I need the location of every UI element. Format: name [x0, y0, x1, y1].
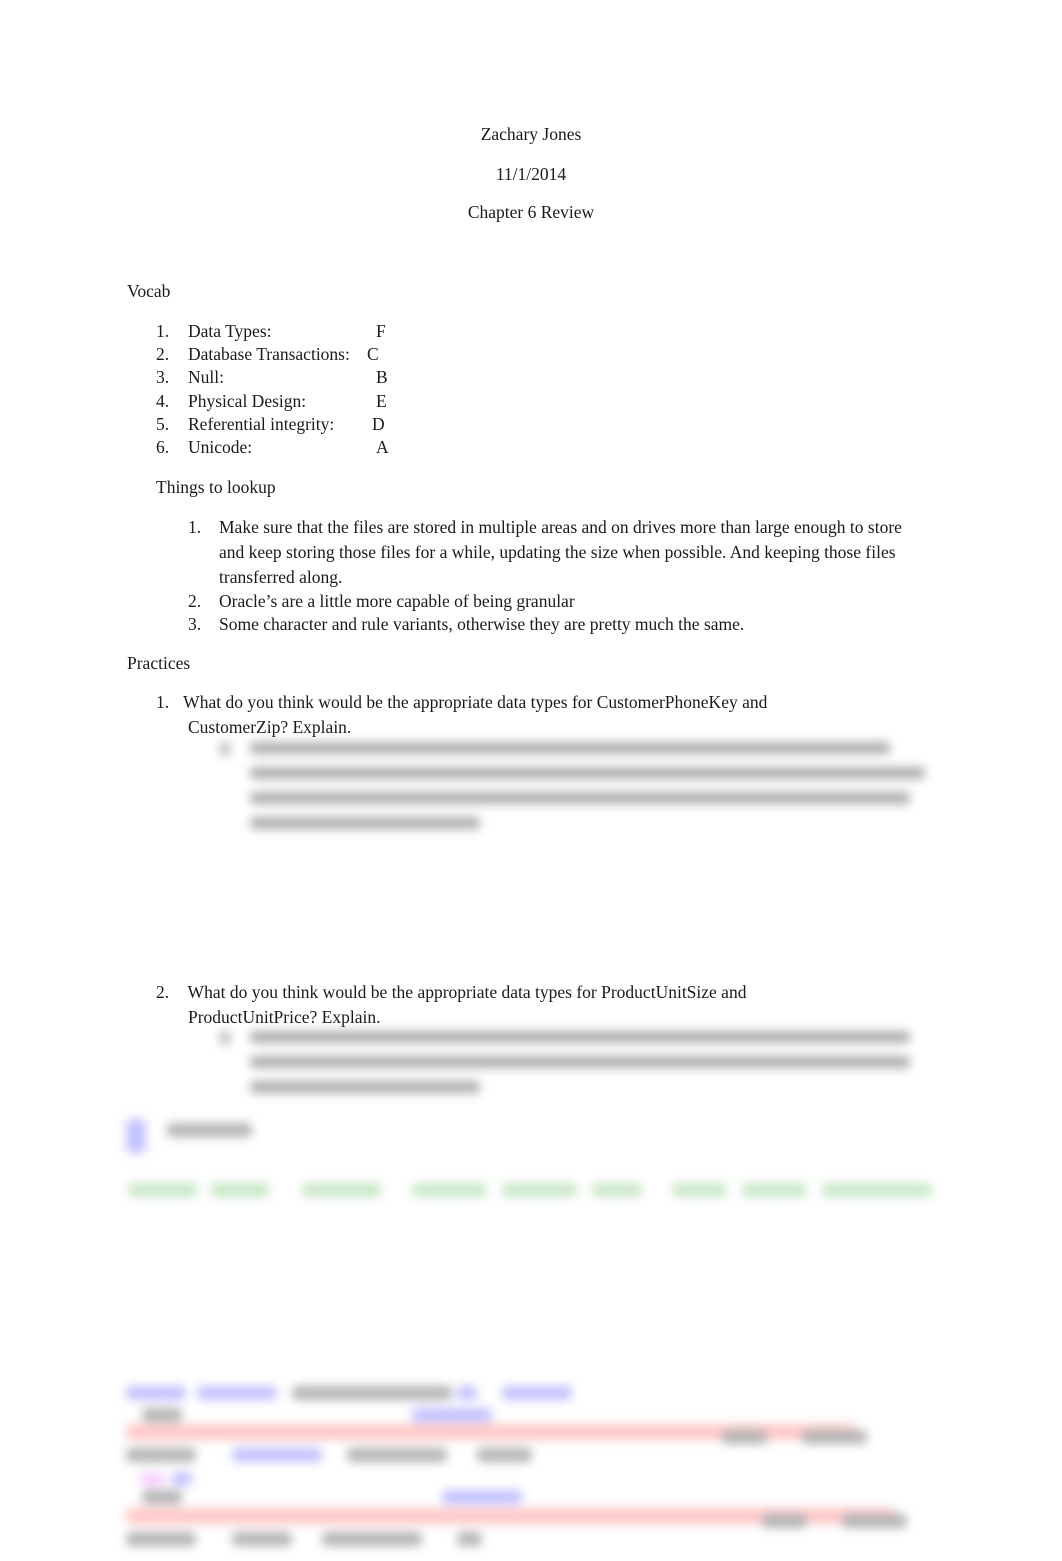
item-number: 2.	[156, 344, 170, 365]
vocab-term: Data Types:	[188, 321, 272, 341]
item-number: 1.	[156, 321, 170, 341]
vocab-answer: D	[372, 413, 385, 434]
list-item: 1. Data Types: F	[156, 320, 416, 343]
item-number: 4.	[156, 390, 170, 411]
list-item: 1. Make sure that the files are stored in…	[156, 515, 919, 590]
vocab-answer: F	[376, 321, 386, 341]
lookup-text: Make sure that the files are stored in m…	[219, 517, 902, 587]
question-line: What do you think would be the appropria…	[179, 982, 747, 1002]
vocab-term: Database Transactions:	[188, 344, 350, 365]
vocab-answer: E	[376, 390, 387, 411]
list-item: 2. Oracle’s are a little more capable of …	[156, 590, 919, 613]
vocab-term: Referential integrity:	[188, 413, 335, 434]
vocab-term: Null:	[188, 367, 224, 388]
lookup-heading: Things to lookup	[156, 477, 276, 497]
vocab-heading: Vocab	[127, 281, 171, 301]
practice-question: 2. What do you think would be the approp…	[156, 980, 876, 1030]
blurred-answer	[220, 1031, 930, 1106]
question-line: CustomerZip? Explain.	[188, 717, 352, 737]
item-number: 5.	[156, 413, 170, 434]
list-item: 4. Physical Design: E	[156, 390, 416, 413]
document-title: Chapter 6 Review	[467, 202, 595, 222]
item-number: 3.	[188, 614, 202, 634]
list-item: 2. Database Transactions: C	[156, 343, 416, 366]
item-number: 2.	[188, 591, 202, 611]
lookup-text: Some character and rule variants, otherw…	[219, 614, 745, 634]
vocab-answer: A	[376, 436, 389, 457]
blurred-answer	[220, 742, 930, 842]
list-item: 3. Null: B	[156, 366, 416, 389]
blurred-code-block	[122, 1380, 942, 1555]
list-item: 5. Referential integrity: D	[156, 413, 416, 436]
question-line: ProductUnitPrice? Explain.	[188, 1007, 381, 1027]
document-date: 11/1/2014	[495, 164, 567, 184]
vocab-list: 1. Data Types: F 2. Database Transactions: C…	[156, 320, 416, 459]
blurred-code-block	[122, 1115, 942, 1215]
lookup-text: Oracle’s are a little more capable of be…	[219, 591, 575, 611]
vocab-answer: B	[376, 367, 388, 388]
vocab-term: Physical Design:	[188, 390, 307, 411]
question-line: What do you think would be the appropria…	[179, 692, 768, 712]
vocab-term: Unicode:	[188, 436, 253, 457]
practices-heading: Practices	[127, 653, 191, 673]
lookup-list: 1. Make sure that the files are stored in…	[156, 515, 919, 636]
practice-question: 1. What do you think would be the approp…	[156, 690, 876, 740]
author-name: Zachary Jones	[480, 124, 582, 144]
item-number: 2.	[156, 982, 170, 1002]
vocab-answer: C	[367, 344, 379, 365]
item-number: 3.	[156, 367, 170, 388]
list-item: 6. Unicode: A	[156, 436, 416, 459]
item-number: 1.	[156, 692, 170, 712]
item-number: 1.	[188, 517, 202, 537]
list-item: 3. Some character and rule variants, othe…	[156, 613, 919, 636]
item-number: 6.	[156, 436, 170, 457]
